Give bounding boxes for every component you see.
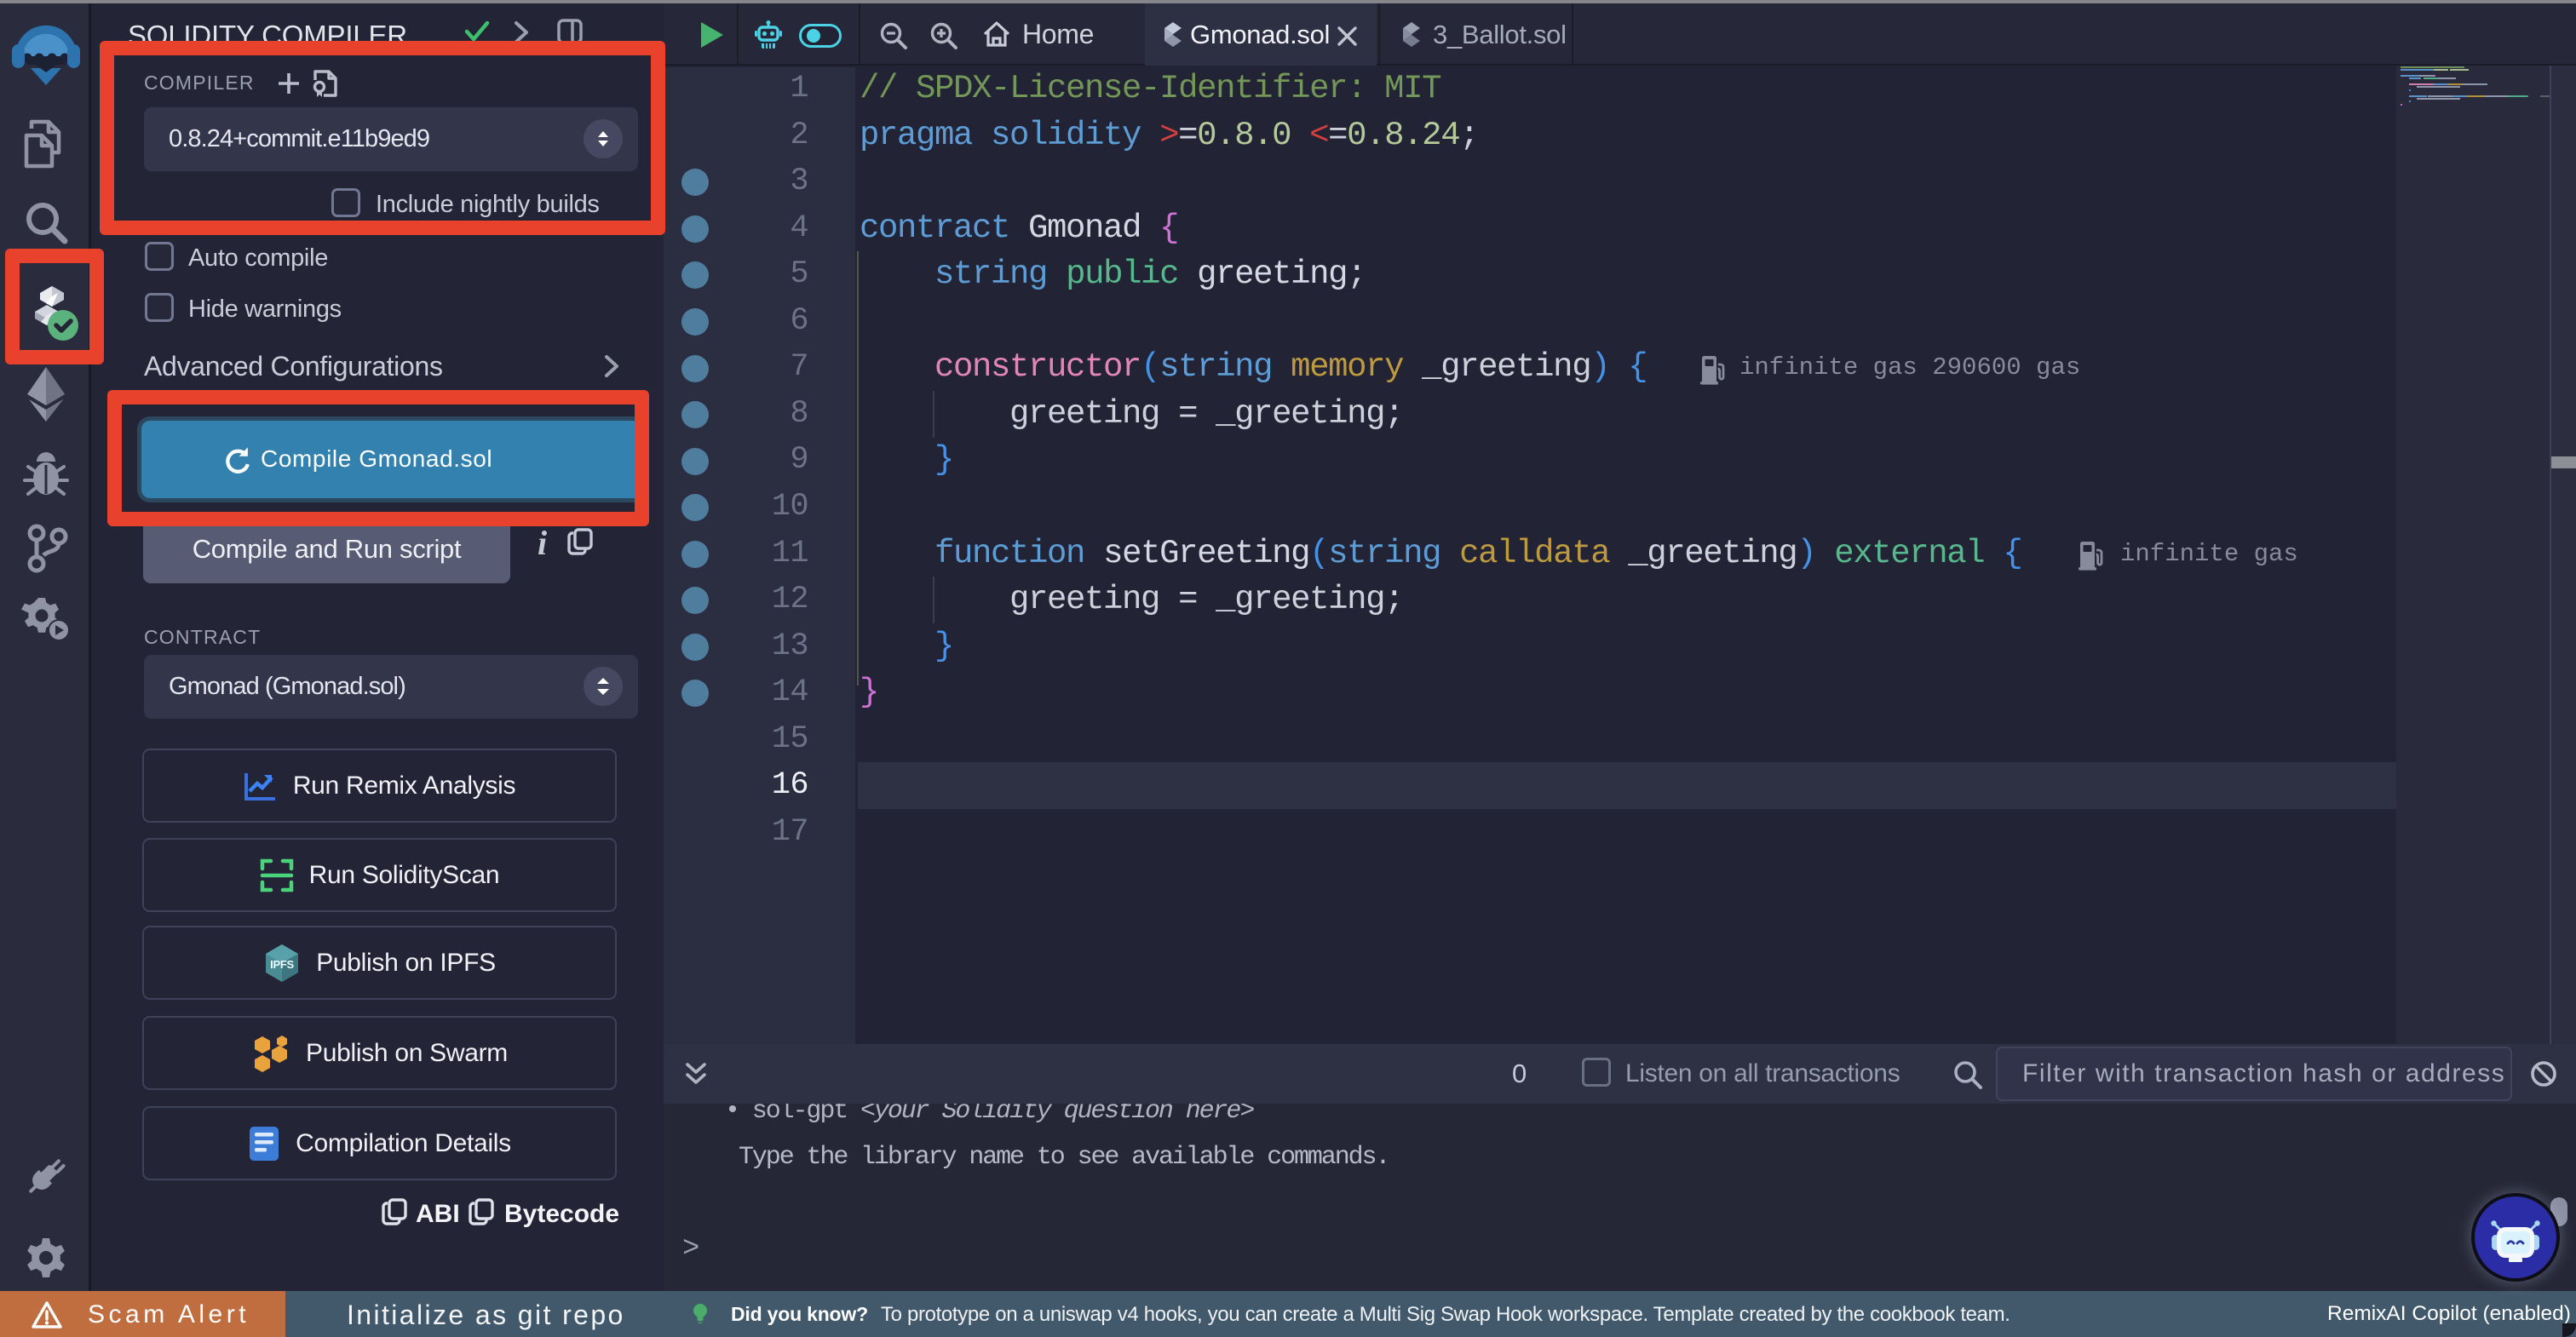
svg-text:IPFS: IPFS bbox=[270, 958, 294, 971]
